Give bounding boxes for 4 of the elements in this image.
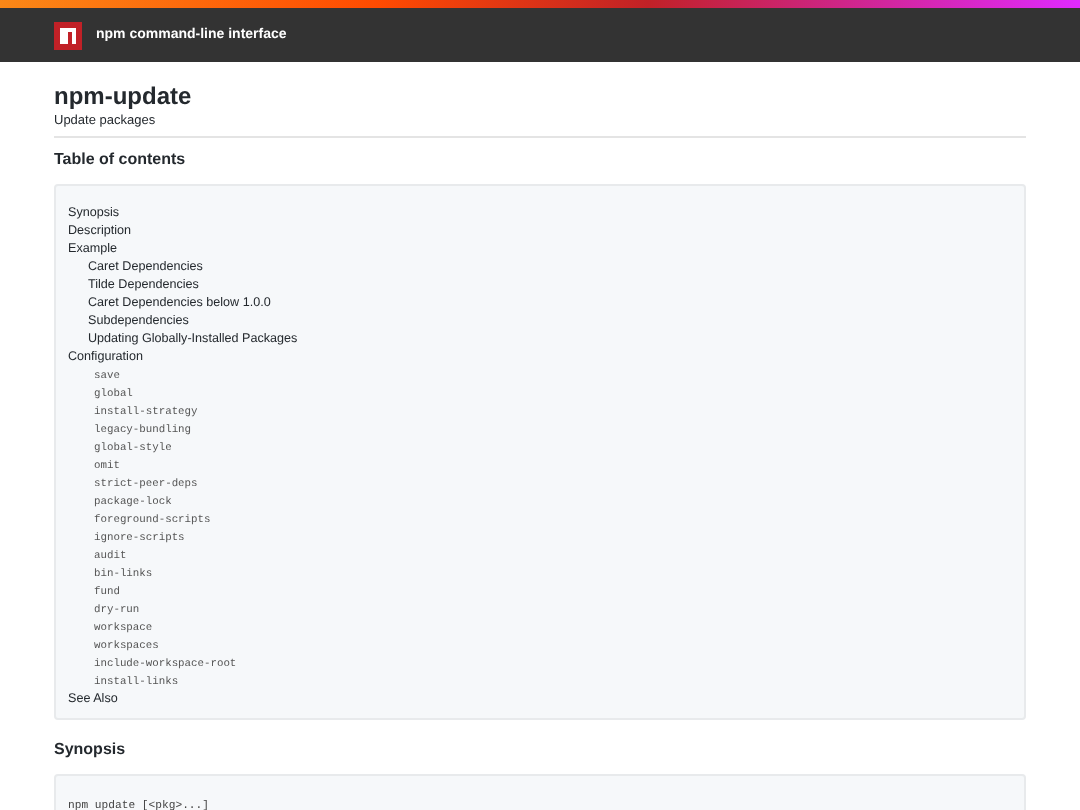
section-heading: Synopsis (54, 740, 128, 758)
section-heading: Table of contents (54, 150, 188, 168)
logo-icon[interactable] (54, 21, 82, 49)
page-title: npm-update (54, 82, 194, 110)
